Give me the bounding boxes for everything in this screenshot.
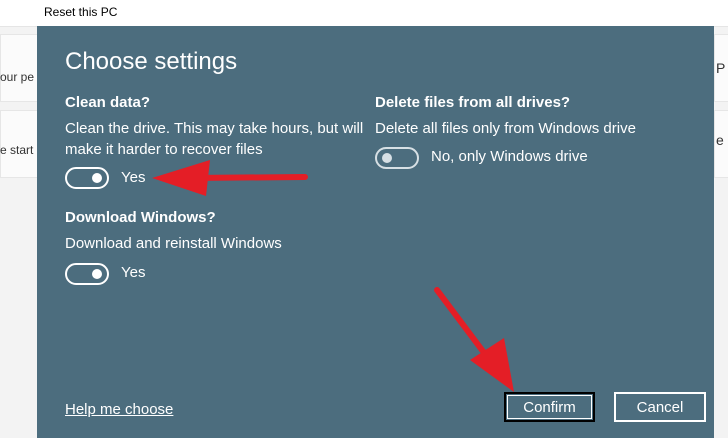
- confirm-button[interactable]: Confirm: [504, 392, 595, 422]
- window-title: Reset this PC: [44, 5, 118, 19]
- download-windows-toggle-label: Yes: [121, 264, 146, 281]
- background-text: our pe: [0, 70, 35, 84]
- help-me-choose-link[interactable]: Help me choose: [65, 401, 173, 418]
- background-text: P: [716, 60, 726, 76]
- clean-data-title: Clean data?: [65, 94, 151, 111]
- toggle-knob: [92, 173, 102, 183]
- delete-files-title: Delete files from all drives?: [375, 94, 571, 111]
- clean-data-description-line: make it harder to recover files: [65, 141, 263, 158]
- background-card: [0, 34, 38, 102]
- dialog-title: Choose settings: [65, 48, 238, 75]
- delete-files-description: Delete all files only from Windows drive: [375, 120, 636, 137]
- toggle-knob: [382, 153, 392, 163]
- background-text: e start: [0, 143, 34, 157]
- window-titlebar: Reset this PC: [0, 0, 728, 27]
- clean-data-description: Clean the drive. This may take hours, bu…: [65, 118, 363, 160]
- background-text: e: [716, 132, 724, 148]
- download-windows-title: Download Windows?: [65, 209, 216, 226]
- download-windows-toggle[interactable]: [65, 263, 109, 285]
- delete-files-toggle[interactable]: [375, 147, 419, 169]
- choose-settings-dialog: Choose settings Clean data? Clean the dr…: [37, 26, 714, 438]
- cancel-button[interactable]: Cancel: [614, 392, 706, 422]
- clean-data-description-line: Clean the drive. This may take hours, bu…: [65, 120, 364, 137]
- download-windows-description: Download and reinstall Windows: [65, 235, 282, 252]
- clean-data-toggle-label: Yes: [121, 169, 146, 186]
- toggle-knob: [92, 269, 102, 279]
- clean-data-toggle[interactable]: [65, 167, 109, 189]
- delete-files-toggle-label: No, only Windows drive: [431, 148, 588, 165]
